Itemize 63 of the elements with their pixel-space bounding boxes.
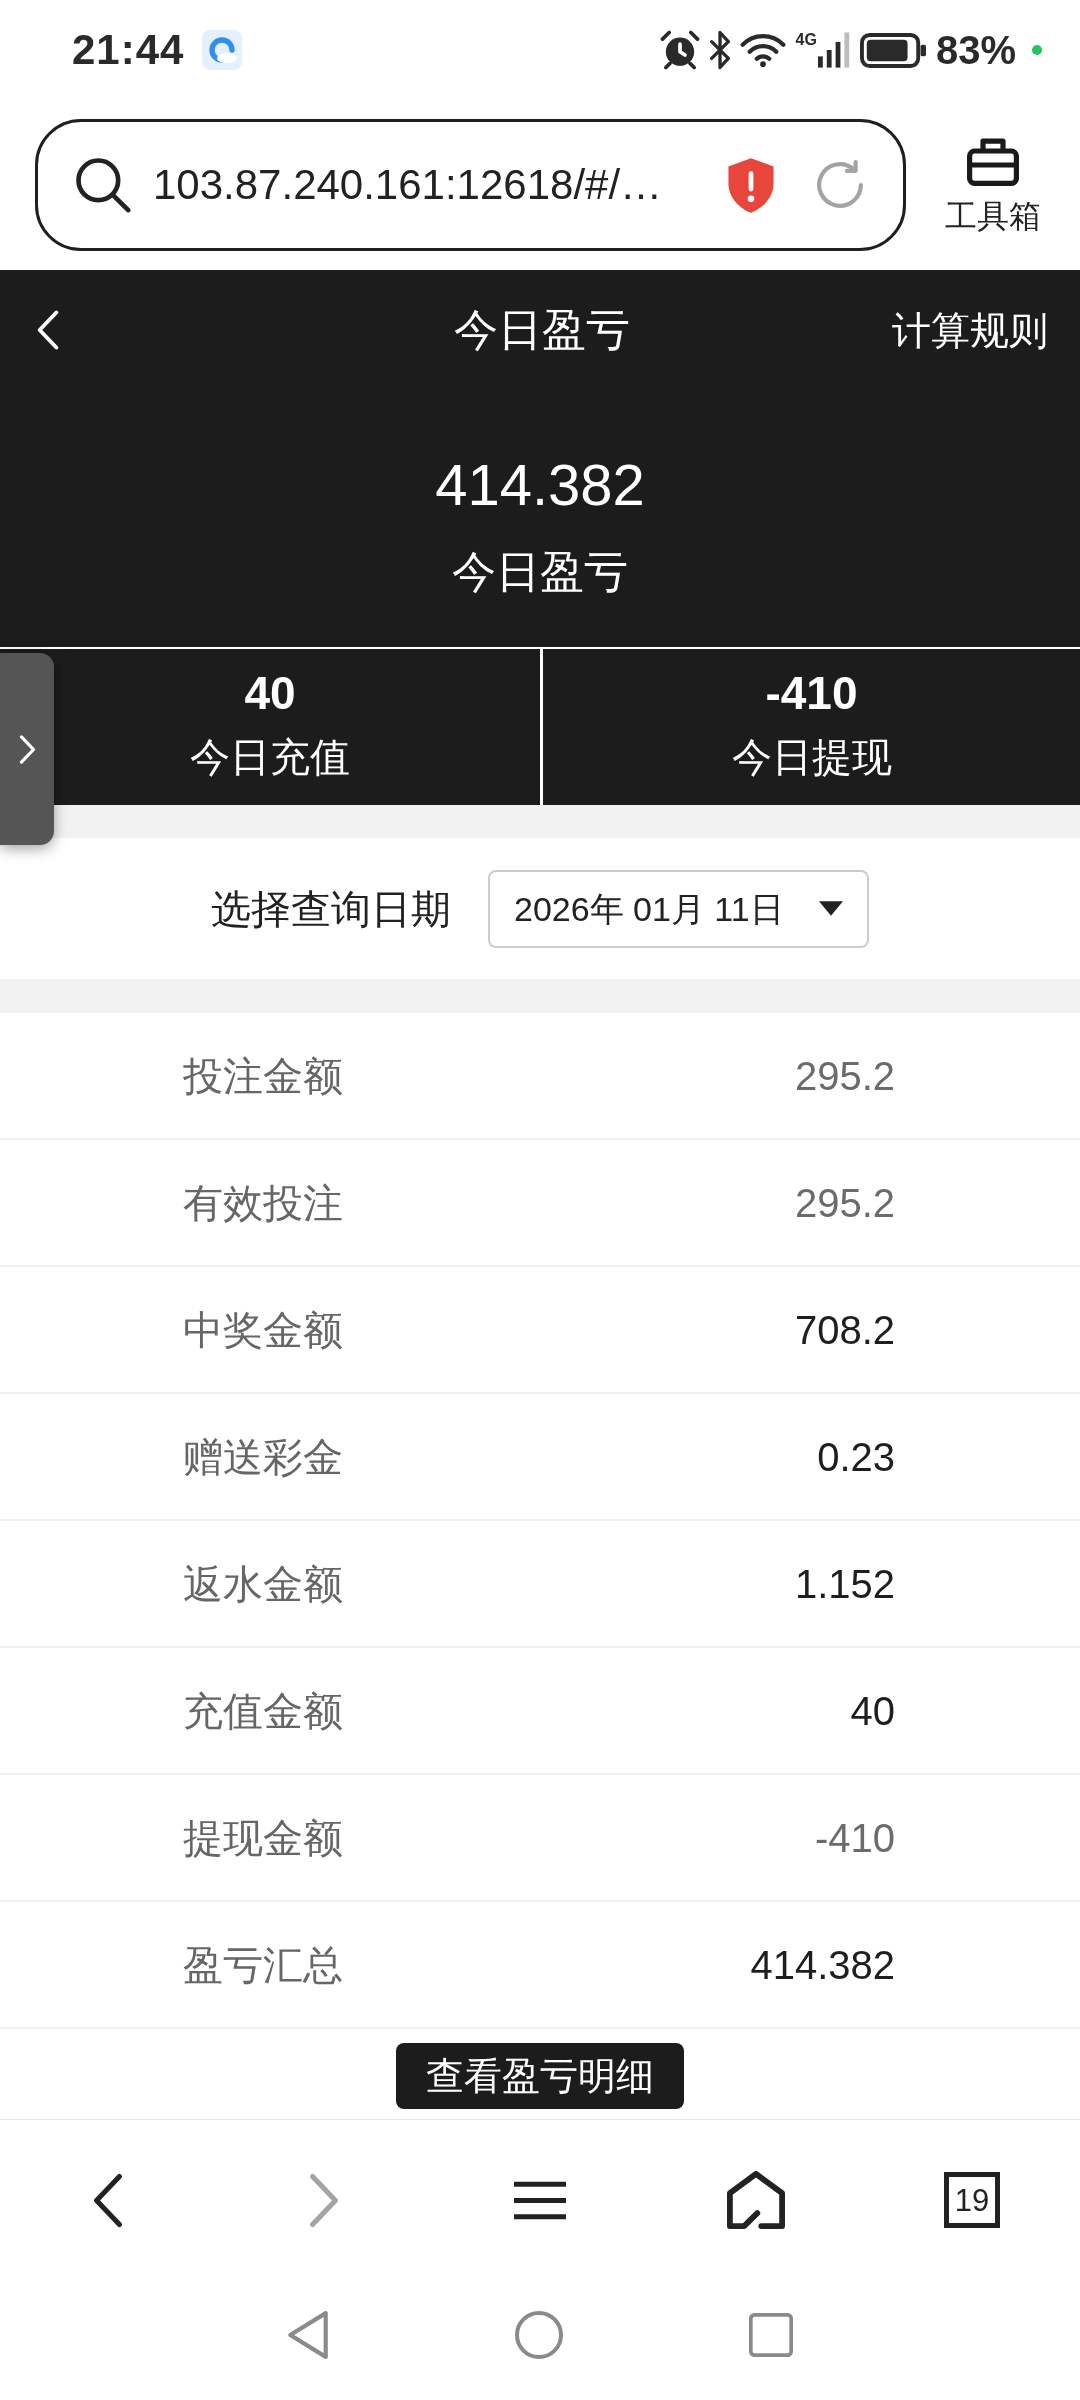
profit-value: 414.382	[435, 451, 645, 519]
chevron-left-icon	[92, 2172, 124, 2228]
signal-bars-icon	[817, 32, 850, 68]
row-value: 0.23	[817, 1436, 895, 1477]
profit-label: 今日盈亏	[452, 546, 628, 598]
search-icon	[75, 157, 131, 213]
square-recents-icon	[749, 2313, 793, 2357]
calculation-rules-link[interactable]: 计算规则	[892, 310, 1048, 350]
chevron-right-icon	[18, 734, 36, 764]
battery-icon	[859, 32, 926, 68]
stat-value: -410	[765, 666, 858, 721]
row-value: 40	[850, 1690, 895, 1731]
toolbox-button[interactable]: 工具箱	[945, 138, 1041, 232]
row-label: 返水金额	[183, 1563, 343, 1604]
row-label: 提现金额	[183, 1817, 343, 1858]
wifi-icon	[739, 32, 786, 68]
stat-label: 今日充值	[190, 734, 350, 781]
caret-down-icon	[819, 901, 843, 916]
app-notification-icon	[202, 30, 243, 70]
network-type-label: 4G	[795, 32, 817, 48]
date-select[interactable]: 2026年 01月 11日	[488, 869, 869, 948]
row-label: 中奖金额	[183, 1309, 343, 1350]
home-icon	[727, 2171, 785, 2229]
date-filter-label: 选择查询日期	[211, 888, 451, 929]
row-value: -410	[814, 1817, 895, 1858]
status-dot-icon	[1032, 45, 1042, 55]
menu-button[interactable]	[514, 2180, 566, 2220]
reload-button[interactable]	[815, 160, 865, 210]
row-label: 赠送彩金	[183, 1436, 343, 1477]
system-home-button[interactable]	[515, 2311, 563, 2359]
toolbox-icon	[967, 138, 1019, 186]
row-value: 708.2	[794, 1309, 895, 1350]
back-button[interactable]	[92, 2172, 124, 2228]
row-label: 盈亏汇总	[183, 1944, 343, 1985]
shield-exclamation-icon[interactable]	[727, 156, 775, 214]
address-bar[interactable]: 103.87.240.161:12618/#/…	[35, 119, 906, 251]
stat-label: 今日提现	[731, 734, 892, 781]
back-button[interactable]	[36, 310, 60, 350]
home-button[interactable]	[727, 2171, 785, 2229]
row-label: 充值金额	[183, 1690, 343, 1731]
battery-percent: 83%	[935, 30, 1016, 70]
reload-icon	[815, 160, 865, 210]
url-text[interactable]: 103.87.240.161:12618/#/…	[153, 164, 663, 206]
chevron-left-icon	[36, 310, 60, 350]
row-label: 投注金额	[183, 1055, 343, 1096]
alarm-clock-icon	[659, 30, 700, 70]
status-time: 21:44	[72, 29, 185, 71]
system-recents-button[interactable]	[749, 2313, 793, 2357]
row-value: 1.152	[794, 1563, 895, 1604]
row-value: 414.382	[750, 1944, 895, 1985]
row-value: 295.2	[794, 1182, 895, 1223]
row-value: 295.2	[794, 1055, 895, 1096]
page-title: 今日盈亏	[454, 308, 630, 352]
triangle-back-icon	[287, 2310, 329, 2360]
menu-icon	[514, 2180, 566, 2220]
row-label: 有效投注	[183, 1182, 343, 1223]
bluetooth-icon	[709, 30, 730, 70]
view-details-button[interactable]: 查看盈亏明细	[396, 2043, 684, 2109]
chevron-right-icon	[308, 2172, 340, 2228]
circle-home-icon	[515, 2311, 563, 2359]
stat-value: 40	[244, 666, 296, 721]
tabs-button[interactable]: 19	[944, 2172, 1000, 2228]
system-back-button[interactable]	[287, 2310, 329, 2360]
